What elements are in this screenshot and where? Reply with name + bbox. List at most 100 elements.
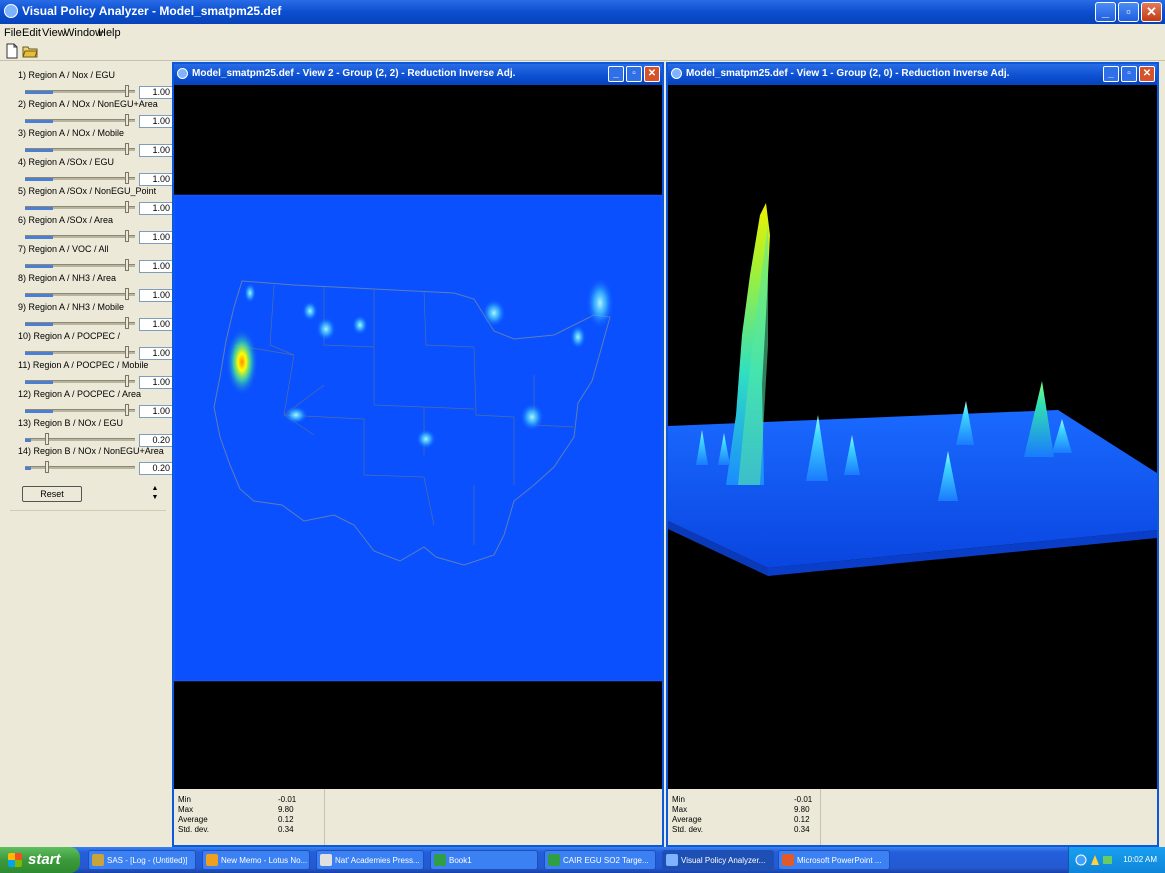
param-value-input[interactable]: 1.00 [139,115,173,128]
view2-maximize-button[interactable]: ▫ [626,66,642,82]
menu-help[interactable]: Help [98,27,121,39]
hotspot-atlanta [520,403,544,431]
spin-down-icon[interactable]: ▼ [150,493,160,502]
hotspot-central-valley [226,328,258,396]
param-slider-thumb[interactable] [45,433,49,445]
app-titlebar[interactable]: Visual Policy Analyzer - Model_smatpm25.… [0,0,1165,24]
param-slider[interactable] [25,288,135,300]
param-slider-thumb[interactable] [125,404,129,416]
param-label: 7) Region A / VOC / All [18,244,109,254]
taskbar-item[interactable]: Nat' Academies Press... [316,850,424,870]
stats-divider [820,789,821,845]
tray-icons [1075,854,1112,866]
start-button[interactable]: start [0,847,80,873]
spin-control[interactable]: ▲ ▼ [150,484,160,504]
param-value-input[interactable]: 1.00 [139,289,173,302]
param-slider[interactable] [25,346,135,358]
param-slider-thumb[interactable] [125,114,129,126]
view2-map-viewport[interactable] [174,85,662,789]
taskbar-item[interactable]: Microsoft PowerPoint ... [778,850,890,870]
taskbar-item[interactable]: CAIR EGU SO2 Targe... [544,850,656,870]
param-slider[interactable] [25,172,135,184]
param-slider[interactable] [25,259,135,271]
spin-up-icon[interactable]: ▲ [150,484,160,493]
app-title: Visual Policy Analyzer - Model_smatpm25.… [22,4,282,18]
view1-window[interactable]: Model_smatpm25.def - View 1 - Group (2, … [666,62,1159,847]
param-value-input[interactable]: 1.00 [139,86,173,99]
param-slider-thumb[interactable] [125,172,129,184]
param-slider[interactable] [25,230,135,242]
open-folder-icon[interactable] [22,43,38,59]
taskbar-item[interactable]: SAS - [Log - (Untitled)] [88,850,196,870]
param-slider-fill [25,149,53,152]
param-value-input[interactable]: 1.00 [139,376,173,389]
param-6: 6) Region A /SOx / Area 1.00 [18,215,173,247]
param-value-input[interactable]: 0.20 [139,462,173,475]
view1-maximize-button[interactable]: ▫ [1121,66,1137,82]
param-slider-thumb[interactable] [45,461,49,473]
param-7: 7) Region A / VOC / All 1.00 [18,244,173,276]
view2-titlebar[interactable]: Model_smatpm25.def - View 2 - Group (2, … [174,64,662,85]
taskbar-app-icon [206,854,218,866]
taskbar-item[interactable]: Book1 [430,850,538,870]
view1-3d-viewport[interactable] [668,85,1157,789]
system-tray: 10:02 AM [1068,847,1165,873]
param-value-input[interactable]: 1.00 [139,231,173,244]
taskbar-app-icon [548,854,560,866]
param-slider-thumb[interactable] [125,288,129,300]
view1-close-button[interactable]: ✕ [1139,66,1155,82]
taskbar-item[interactable]: New Memo - Lotus No... [202,850,310,870]
menu-edit[interactable]: Edit [22,27,41,39]
taskbar-item-label: SAS - [Log - (Untitled)] [107,856,188,865]
param-value-input[interactable]: 1.00 [139,173,173,186]
param-slider[interactable] [25,114,135,126]
new-document-icon[interactable] [4,43,20,59]
taskbar-item[interactable]: Visual Policy Analyzer... [662,850,774,870]
param-value-input[interactable]: 1.00 [139,144,173,157]
param-4: 4) Region A /SOx / EGU 1.00 [18,157,173,189]
menu-file[interactable]: File [4,27,22,39]
restore-button[interactable]: ▫ [1118,2,1139,22]
param-slider[interactable] [25,143,135,155]
view2-window-icon [177,68,188,79]
param-slider-fill [25,352,53,355]
param-10: 10) Region A / POCPEC / 1.00 [18,331,173,363]
param-slider[interactable] [25,85,135,97]
param-2: 2) Region A / NOx / NonEGU+Area 1.00 [18,99,173,131]
param-value-input[interactable]: 1.00 [139,405,173,418]
param-slider-thumb[interactable] [125,201,129,213]
param-slider-thumb[interactable] [125,143,129,155]
param-1: 1) Region A / Nox / EGU 1.00 [18,70,173,102]
view2-close-button[interactable]: ✕ [644,66,660,82]
param-slider[interactable] [25,317,135,329]
param-slider-thumb[interactable] [125,230,129,242]
param-value-input[interactable]: 1.00 [139,347,173,360]
param-slider-thumb[interactable] [125,259,129,271]
hotspot-houston [416,429,436,449]
reset-button[interactable]: Reset [22,486,82,502]
param-slider-fill [25,178,53,181]
view1-window-icon [671,68,682,79]
param-slider-thumb[interactable] [125,85,129,97]
param-value-input[interactable]: 1.00 [139,318,173,331]
view2-minimize-button[interactable]: _ [608,66,624,82]
close-button[interactable]: ✕ [1141,2,1162,22]
view1-titlebar[interactable]: Model_smatpm25.def - View 1 - Group (2, … [668,64,1157,85]
minimize-button[interactable]: _ [1095,2,1116,22]
param-value-input[interactable]: 1.00 [139,260,173,273]
param-slider[interactable] [25,433,135,445]
menu-view[interactable]: View [42,27,66,39]
view1-minimize-button[interactable]: _ [1103,66,1119,82]
param-slider-thumb[interactable] [125,375,129,387]
view2-window[interactable]: Model_smatpm25.def - View 2 - Group (2, … [172,62,664,847]
param-value-input[interactable]: 1.00 [139,202,173,215]
param-slider[interactable] [25,461,135,473]
param-slider[interactable] [25,375,135,387]
param-slider-thumb[interactable] [125,346,129,358]
menu-bar: File Edit View Window Help [0,24,1165,42]
taskbar-item-label: Visual Policy Analyzer... [681,856,766,865]
param-slider-thumb[interactable] [125,317,129,329]
param-slider[interactable] [25,201,135,213]
param-label: 13) Region B / NOx / EGU [18,418,124,428]
param-slider[interactable] [25,404,135,416]
